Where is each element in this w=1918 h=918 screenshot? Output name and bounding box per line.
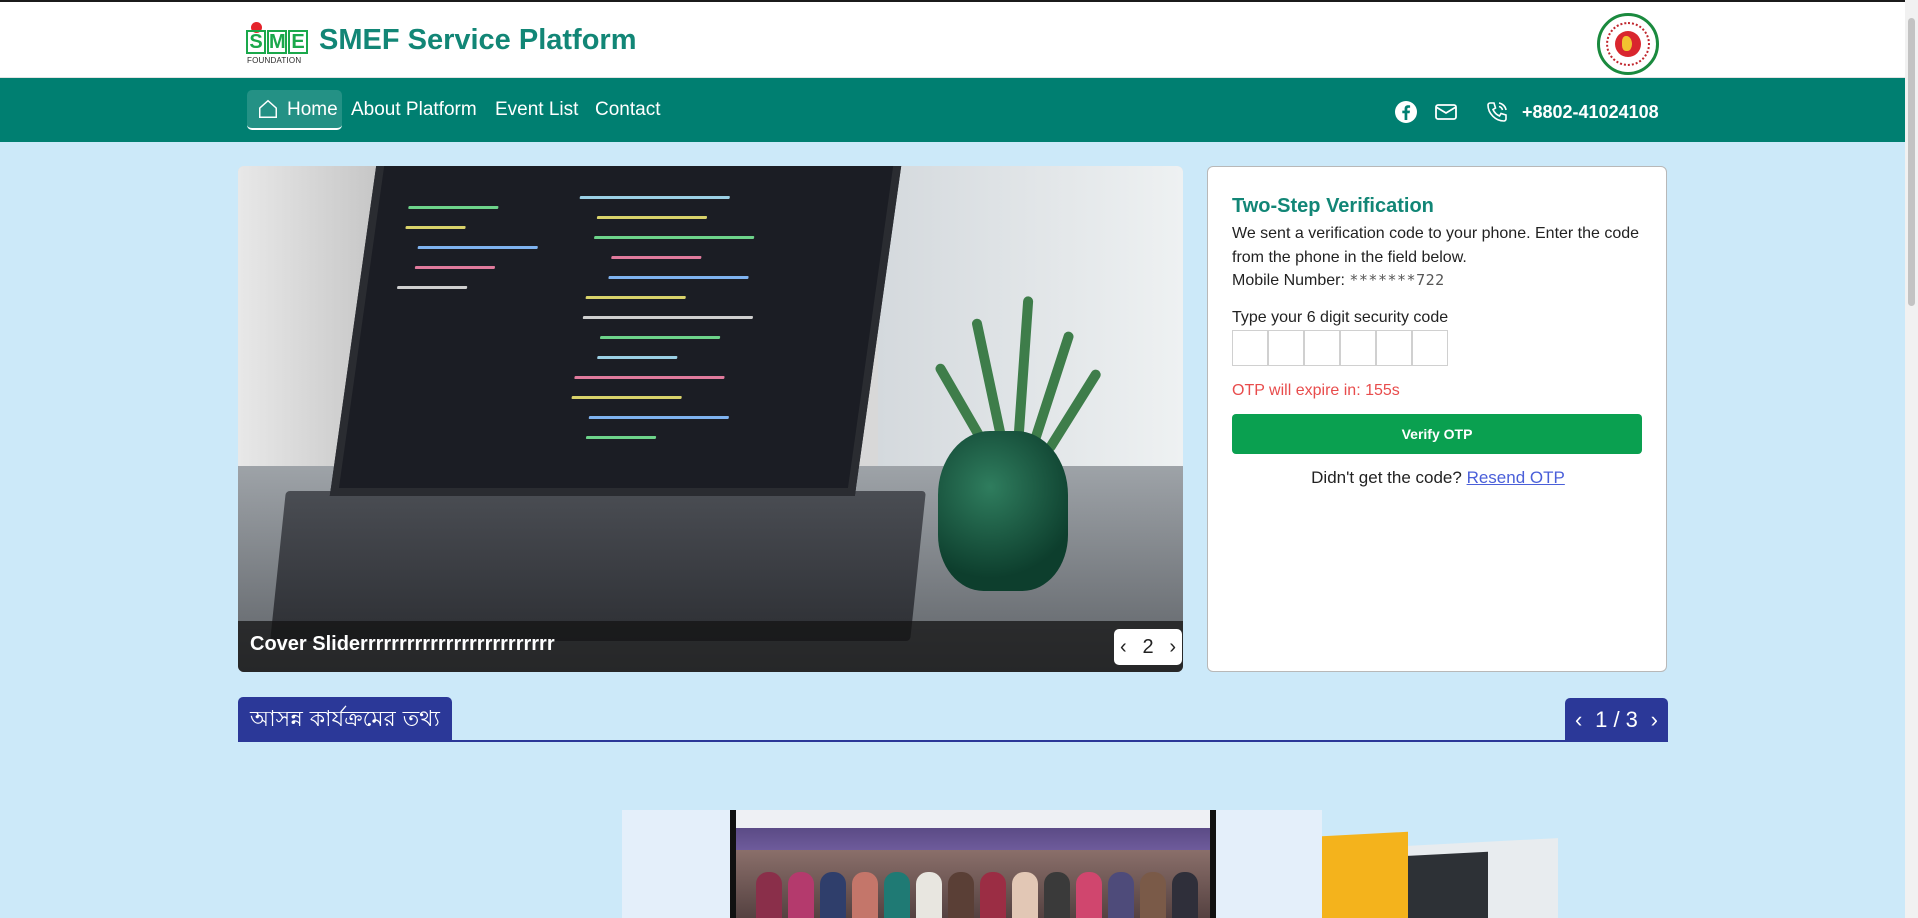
code-line — [611, 256, 702, 259]
phone-icon — [1487, 102, 1507, 122]
otp-digit-input[interactable] — [1412, 330, 1448, 366]
seal-core — [1615, 31, 1641, 57]
slide-caption-bar: Cover Sliderrrrrrrrrrrrrrrrrrrrrrrrr ‹ 2… — [238, 621, 1183, 672]
resend-prompt: Didn't get the code? — [1311, 468, 1467, 487]
brand-title[interactable]: SMEF Service Platform — [319, 24, 637, 57]
slide-pager: ‹ 2 › — [1114, 629, 1182, 665]
code-line — [596, 216, 708, 219]
photo-person — [1076, 872, 1102, 918]
photo-person — [1140, 872, 1166, 918]
code-line — [585, 296, 686, 299]
events-pager: ‹ 1 / 3 › — [1565, 698, 1668, 742]
photo-person — [852, 872, 878, 918]
code-line — [396, 286, 468, 289]
events-section-title: আসন্ন কার্যক্রমের তথ্য — [238, 697, 452, 742]
scrollbar-thumb[interactable] — [1908, 18, 1915, 306]
code-line — [579, 196, 730, 199]
slide-prev-button[interactable]: ‹ — [1120, 636, 1127, 659]
otp-digit-input[interactable] — [1340, 330, 1376, 366]
photo-person — [756, 872, 782, 918]
otp-mobile-masked: *******722 — [1349, 271, 1445, 289]
event-card[interactable] — [622, 810, 1322, 918]
verify-otp-button[interactable]: Verify OTP — [1232, 414, 1642, 454]
code-line — [582, 316, 754, 319]
code-line — [588, 416, 730, 419]
code-line — [599, 336, 721, 339]
page-scrollbar[interactable] — [1905, 0, 1918, 918]
otp-mobile-number: Mobile Number: *******722 — [1232, 271, 1445, 290]
photo-person — [1044, 872, 1070, 918]
code-line — [405, 226, 466, 229]
photo-person — [1172, 872, 1198, 918]
top-header: S M E FOUNDATION SMEF Service Platform — [0, 0, 1905, 78]
slide-next-button[interactable]: › — [1169, 636, 1176, 659]
logo-subtitle: FOUNDATION — [247, 56, 302, 65]
events-section-divider — [238, 740, 1668, 742]
slide-laptop-screen — [329, 166, 902, 496]
code-line — [597, 356, 678, 359]
event-card-next[interactable] — [1322, 831, 1408, 918]
events-carousel — [0, 800, 1918, 918]
event-card-next-2[interactable] — [1408, 838, 1558, 918]
otp-digit-input[interactable] — [1268, 330, 1304, 366]
events-page-indicator: 1 / 3 — [1595, 707, 1638, 732]
nav-home[interactable]: Home — [247, 90, 342, 130]
code-line — [571, 396, 682, 399]
code-line — [414, 266, 496, 269]
logo-letter-s: S — [246, 30, 266, 54]
photo-person — [980, 872, 1006, 918]
otp-description: We sent a verification code to your phon… — [1232, 225, 1640, 266]
slide-current-index: 2 — [1142, 635, 1154, 658]
code-line — [574, 376, 725, 379]
photo-person — [788, 872, 814, 918]
code-line — [608, 276, 749, 279]
contact-phone-number[interactable]: +8802-41024108 — [1522, 98, 1659, 126]
logo-letter-m: M — [267, 30, 287, 54]
nav-home-label: Home — [287, 99, 338, 120]
otp-code-inputs — [1232, 330, 1448, 366]
photo-person — [1012, 872, 1038, 918]
events-next-button[interactable]: › — [1651, 707, 1658, 733]
otp-title: Two-Step Verification — [1232, 195, 1434, 217]
events-prev-button[interactable]: ‹ — [1575, 707, 1582, 733]
photo-person — [1108, 872, 1134, 918]
otp-code-label: Type your 6 digit security code — [1232, 309, 1449, 326]
government-seal-icon — [1597, 13, 1659, 75]
cover-slider[interactable]: Cover Sliderrrrrrrrrrrrrrrrrrrrrrrrr ‹ 2… — [238, 166, 1183, 672]
home-icon — [259, 99, 277, 118]
code-line — [408, 206, 499, 209]
code-line — [593, 236, 755, 239]
nav-event-list[interactable]: Event List — [495, 90, 578, 130]
two-step-verification-card: Two-Step Verification We sent a verifica… — [1207, 166, 1667, 672]
otp-expire-timer: OTP will expire in: 155s — [1232, 382, 1400, 399]
otp-mobile-label: Mobile Number: — [1232, 272, 1350, 289]
code-line — [417, 246, 538, 249]
photo-person — [884, 872, 910, 918]
nav-contact[interactable]: Contact — [595, 90, 660, 130]
smef-logo[interactable]: S M E FOUNDATION — [246, 20, 309, 65]
slide-caption: Cover Sliderrrrrrrrrrrrrrrrrrrrrrrrr — [250, 633, 555, 655]
logo-letter-e: E — [288, 30, 308, 54]
nav-about-platform[interactable]: About Platform — [351, 90, 477, 130]
resend-otp-link[interactable]: Resend OTP — [1467, 468, 1565, 487]
facebook-icon[interactable] — [1394, 100, 1418, 124]
logo-letters: S M E — [246, 30, 309, 54]
event-photo — [730, 810, 1216, 918]
code-line — [585, 436, 657, 439]
photo-person — [820, 872, 846, 918]
main-nav: Home About Platform Event List Contact +… — [0, 78, 1905, 142]
photo-person — [916, 872, 942, 918]
otp-digit-input[interactable] — [1376, 330, 1412, 366]
slide-laptop-base — [270, 491, 926, 641]
resend-row: Didn't get the code? Resend OTP — [1208, 468, 1668, 488]
photo-person — [948, 872, 974, 918]
slide-plant-pot — [938, 431, 1068, 591]
otp-digit-input[interactable] — [1232, 330, 1268, 366]
otp-digit-input[interactable] — [1304, 330, 1340, 366]
mail-icon[interactable] — [1434, 100, 1458, 124]
